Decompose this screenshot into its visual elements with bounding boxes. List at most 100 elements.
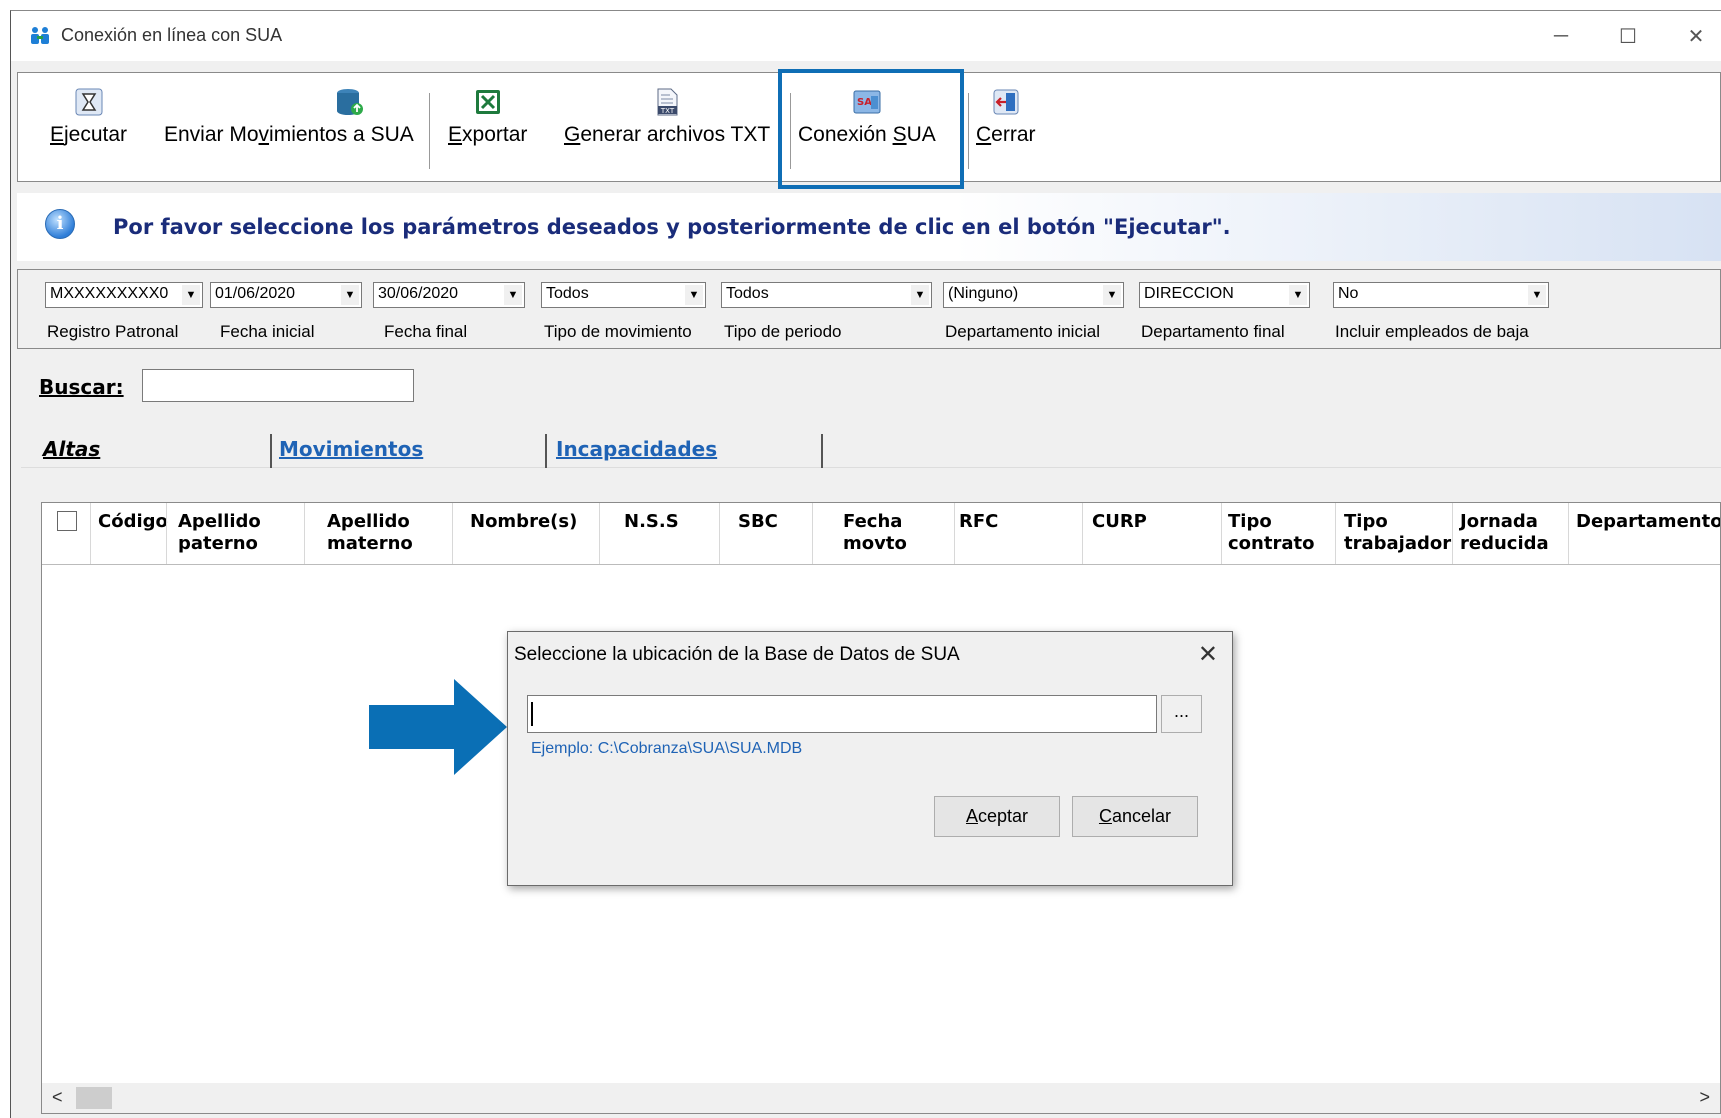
- scroll-left-icon[interactable]: <: [52, 1087, 63, 1108]
- example-path-hint: Ejemplo: C:\Cobranza\SUA\SUA.MDB: [531, 740, 803, 757]
- main-window: Conexión en línea con SUA ─ ☐ ✕ Ejecutar…: [10, 10, 1721, 1118]
- column-codigo[interactable]: Código: [98, 511, 168, 533]
- aceptar-button[interactable]: Aceptar: [934, 796, 1060, 837]
- registro-patronal-select[interactable]: MXXXXXXXXX0 ▼: [45, 282, 203, 308]
- cerrar-label: Cerrar: [976, 123, 1036, 146]
- column-nombres[interactable]: Nombre(s): [470, 511, 577, 533]
- info-message: Por favor seleccione los parámetros dese…: [113, 215, 1231, 239]
- select-all-checkbox[interactable]: [57, 511, 77, 531]
- departamento-final-label: Departamento final: [1141, 322, 1285, 341]
- exportar-button[interactable]: Exportar: [448, 87, 527, 173]
- chevron-down-icon: ▼: [1103, 285, 1121, 305]
- dialog-close-icon[interactable]: ✕: [1198, 640, 1218, 669]
- info-icon: i: [45, 209, 75, 239]
- cerrar-button[interactable]: Cerrar: [976, 87, 1036, 173]
- close-window-button[interactable]: ✕: [1671, 19, 1721, 53]
- column-separator: [1568, 503, 1569, 564]
- chevron-down-icon: ▼: [1528, 285, 1546, 305]
- column-rfc[interactable]: RFC: [959, 511, 998, 533]
- toolbar-separator: [429, 93, 430, 169]
- ejecutar-button[interactable]: Ejecutar: [50, 87, 127, 173]
- filters-panel: MXXXXXXXXX0 ▼ 01/06/2020 ▼ 30/06/2020 ▼ …: [17, 269, 1721, 349]
- chevron-down-icon: ▼: [1289, 285, 1307, 305]
- column-separator: [719, 503, 720, 564]
- grid-header: Código Apellido paterno Apellido materno…: [42, 503, 1720, 565]
- enviar-movimientos-button[interactable]: Enviar Movimientos a SUA: [164, 87, 414, 173]
- chevron-down-icon: ▼: [504, 285, 522, 305]
- pointer-arrow-icon: [369, 679, 507, 775]
- column-tipo-contrato[interactable]: Tipo contrato: [1228, 511, 1318, 555]
- chevron-down-icon: ▼: [182, 285, 200, 305]
- column-separator: [304, 503, 305, 564]
- column-separator: [954, 503, 955, 564]
- sua-location-dialog: Seleccione la ubicación de la Base de Da…: [507, 631, 1233, 886]
- departamento-final-select[interactable]: DIRECCION ▼: [1139, 282, 1310, 308]
- dialog-title: Seleccione la ubicación de la Base de Da…: [514, 644, 960, 665]
- database-upload-icon: [336, 89, 363, 115]
- departamento-inicial-label: Departamento inicial: [945, 322, 1100, 341]
- maximize-button[interactable]: ☐: [1603, 19, 1653, 53]
- generar-txt-button[interactable]: TXT Generar archivos TXT: [564, 87, 770, 173]
- column-fecha-movto[interactable]: Fecha movto: [843, 511, 923, 555]
- registro-patronal-label: Registro Patronal: [47, 322, 179, 341]
- tab-movimientos[interactable]: Movimientos: [279, 437, 423, 461]
- title-bar: Conexión en línea con SUA ─ ☐ ✕: [11, 11, 1721, 61]
- chevron-down-icon: ▼: [685, 285, 703, 305]
- cancelar-button[interactable]: Cancelar: [1072, 796, 1198, 837]
- exit-door-icon: [993, 89, 1019, 115]
- horizontal-scrollbar[interactable]: < >: [42, 1083, 1720, 1113]
- fecha-inicial-label: Fecha inicial: [220, 322, 315, 341]
- column-tipo-trabajador[interactable]: Tipo trabajador: [1344, 511, 1454, 555]
- scroll-right-icon[interactable]: >: [1699, 1087, 1710, 1108]
- info-banner: i Por favor seleccione los parámetros de…: [17, 193, 1721, 261]
- chevron-down-icon: ▼: [341, 285, 359, 305]
- column-separator: [599, 503, 600, 564]
- column-separator: [1221, 503, 1222, 564]
- generar-txt-label: Generar archivos TXT: [564, 123, 771, 146]
- tab-separator: [545, 434, 547, 468]
- column-separator: [812, 503, 813, 564]
- excel-icon: [475, 90, 500, 114]
- incluir-baja-label: Incluir empleados de baja: [1335, 322, 1529, 341]
- fecha-final-select[interactable]: 30/06/2020 ▼: [373, 282, 525, 308]
- fecha-final-label: Fecha final: [384, 322, 468, 341]
- tab-altas[interactable]: Altas: [43, 437, 100, 461]
- ejecutar-label: Ejecutar: [50, 123, 128, 146]
- column-apellido-materno[interactable]: Apellido materno: [327, 511, 447, 555]
- text-caret: [531, 702, 533, 726]
- departamento-inicial-select[interactable]: (Ninguno) ▼: [943, 282, 1124, 308]
- column-departamento[interactable]: Departamento: [1576, 511, 1720, 533]
- tabs-divider: [21, 467, 1721, 468]
- app-people-icon: [31, 27, 49, 44]
- column-jornada-reducida[interactable]: Jornada reducida: [1460, 511, 1550, 555]
- browse-button[interactable]: ...: [1161, 695, 1202, 733]
- column-separator: [1452, 503, 1453, 564]
- fecha-inicial-select[interactable]: 01/06/2020 ▼: [210, 282, 362, 308]
- search-label: Buscar:: [39, 375, 124, 399]
- column-apellido-paterno[interactable]: Apellido paterno: [178, 511, 298, 555]
- database-path-input[interactable]: [527, 695, 1157, 733]
- window-title: Conexión en línea con SUA: [61, 25, 283, 45]
- incluir-baja-select[interactable]: No ▼: [1333, 282, 1549, 308]
- tab-separator: [270, 434, 272, 468]
- column-sbc[interactable]: SBC: [738, 511, 778, 533]
- tipo-periodo-select[interactable]: Todos ▼: [721, 282, 932, 308]
- column-curp[interactable]: CURP: [1092, 511, 1147, 533]
- chevron-down-icon: ▼: [911, 285, 929, 305]
- toolbar-separator: [968, 93, 969, 169]
- minimize-button[interactable]: ─: [1536, 19, 1586, 53]
- highlight-box: [778, 69, 964, 189]
- scrollbar-thumb[interactable]: [76, 1087, 112, 1109]
- tipo-movimiento-select[interactable]: Todos ▼: [541, 282, 706, 308]
- column-separator: [166, 503, 167, 564]
- txt-file-icon: TXT: [657, 88, 678, 116]
- column-nss[interactable]: N.S.S: [624, 511, 679, 533]
- tab-incapacidades[interactable]: Incapacidades: [556, 437, 717, 461]
- tipo-periodo-label: Tipo de periodo: [724, 322, 842, 341]
- enviar-movimientos-label: Enviar Movimientos a SUA: [164, 123, 414, 146]
- column-separator: [90, 503, 91, 564]
- hourglass-icon: [75, 88, 103, 116]
- svg-text:TXT: TXT: [660, 107, 675, 115]
- search-input[interactable]: [142, 369, 414, 402]
- tab-separator: [821, 434, 823, 468]
